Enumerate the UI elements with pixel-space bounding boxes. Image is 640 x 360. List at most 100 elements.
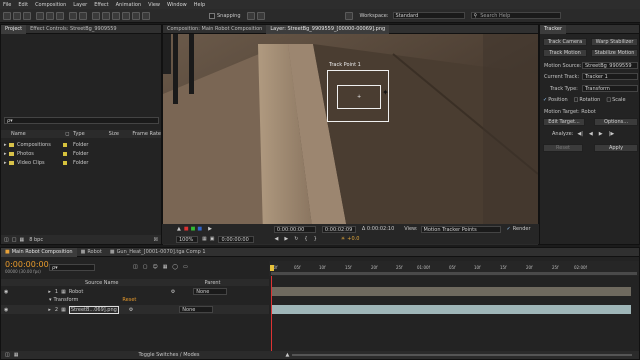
warp-stabilizer-button[interactable]: Warp Stabilizer <box>591 38 638 46</box>
in-point-field[interactable]: 0:00:00:00 <box>273 225 316 233</box>
new-comp-icon[interactable]: ▦ <box>19 237 24 243</box>
view-select[interactable]: Motion Tracker Points <box>420 225 501 233</box>
bit-depth-label[interactable]: 8 bpc <box>29 237 43 243</box>
column-type[interactable]: Type <box>73 131 109 137</box>
exposure-value[interactable]: +0.0 <box>347 236 359 242</box>
expand-arrow-icon[interactable]: ▸ <box>48 307 51 313</box>
zoom-tool-icon[interactable] <box>23 11 31 20</box>
layer-row-street[interactable]: ◉ ▸ 2 ▦ StreetB...069].png ⚙ None <box>1 305 269 314</box>
snap-grid-icon[interactable] <box>256 11 265 20</box>
menu-edit[interactable]: Edit <box>18 2 28 8</box>
hand-tool-icon[interactable] <box>13 11 21 20</box>
motion-blur-icon[interactable]: ◯ <box>172 264 178 270</box>
timeline-timecode[interactable]: 0:00:00:00 <box>5 260 49 269</box>
list-item[interactable]: ▸ Photos Folder <box>1 149 161 158</box>
exposure-icon[interactable]: ☀ <box>341 236 345 242</box>
loop-icon[interactable]: ↻ <box>294 236 298 242</box>
parent-select[interactable]: None <box>193 288 228 295</box>
selection-tool-icon[interactable] <box>3 11 11 20</box>
timeline-footer-icon[interactable]: ◫ <box>5 352 10 358</box>
trim-in-icon[interactable]: { <box>304 236 307 242</box>
stabilize-motion-button[interactable]: Stabilize Motion <box>591 49 638 57</box>
brush-tool-icon[interactable] <box>102 11 110 20</box>
frame-blend-icon[interactable]: ▦ <box>163 264 168 270</box>
comp-mini-flowchart-icon[interactable]: ◫ <box>133 264 138 270</box>
camera-icon[interactable]: ▣ <box>210 236 215 242</box>
search-help-input[interactable]: ⚲ Search Help <box>470 12 561 19</box>
tab-robot[interactable]: ■ Robot <box>77 248 106 257</box>
motion-source-select[interactable]: StreetBg_9909559 <box>582 62 638 69</box>
menu-effect[interactable]: Effect <box>94 2 108 8</box>
rotate-tool-icon[interactable] <box>36 11 44 20</box>
column-source-name[interactable]: Source Name <box>85 280 119 286</box>
tab-tracker[interactable]: Tracker <box>540 24 567 34</box>
track-type-select[interactable]: Transform <box>582 85 638 92</box>
column-parent[interactable]: Parent <box>205 280 221 286</box>
track-camera-button[interactable]: Track Camera <box>543 38 587 46</box>
timeline-footer-icon[interactable]: ▦ <box>14 352 19 358</box>
zoom-select[interactable]: 100% <box>176 235 198 243</box>
edit-target-button[interactable]: Edit Target... <box>543 118 585 126</box>
scale-checkbox[interactable]: □ <box>606 97 611 103</box>
switch-pickwhip-icon[interactable]: ⚙ <box>129 307 133 313</box>
render-checkbox[interactable]: ✓ <box>507 226 511 232</box>
prev-frame-icon[interactable]: ◀ <box>274 236 278 242</box>
preview-icon[interactable]: ▶ <box>208 226 212 232</box>
layer-name[interactable]: StreetB...069].png <box>68 305 119 314</box>
clone-tool-icon[interactable] <box>112 11 120 20</box>
text-tool-icon[interactable] <box>92 11 100 20</box>
channel-green-icon[interactable]: ■ <box>191 226 196 232</box>
eraser-tool-icon[interactable] <box>122 11 130 20</box>
grid-icon[interactable]: ▦ <box>202 236 207 242</box>
list-item[interactable]: ▸ Compositions Folder <box>1 140 161 149</box>
menu-composition[interactable]: Composition <box>35 2 66 8</box>
timeline-ruler[interactable]: 00f 05f 10f 15f 20f 25f 01:00f 05f 10f 1… <box>269 261 639 276</box>
column-name[interactable]: Name <box>11 131 65 137</box>
workspace-icon[interactable] <box>344 11 353 20</box>
tab-main-robot-composition[interactable]: ■ Main Robot Composition <box>1 247 77 257</box>
column-size[interactable]: Size <box>109 131 133 137</box>
current-track-select[interactable]: Tracker 1 <box>582 73 638 80</box>
tab-gun-heat[interactable]: ■ Gun_Heat_[0001-0070].tga Comp 1 <box>106 248 210 257</box>
menu-help[interactable]: Help <box>194 2 205 8</box>
track-point-center-icon[interactable]: + <box>357 94 361 100</box>
snapping-toggle[interactable]: Snapping <box>209 12 241 19</box>
eye-icon[interactable]: ◉ <box>4 289 8 295</box>
workspace-select[interactable]: Standard <box>392 12 465 19</box>
options-button[interactable]: Options... <box>594 118 638 126</box>
menu-file[interactable]: File <box>3 2 11 8</box>
snap-option-icon[interactable] <box>246 11 255 20</box>
layer-bar-robot[interactable] <box>271 287 631 296</box>
zoom-slider[interactable] <box>292 354 633 356</box>
menu-animation[interactable]: Animation <box>116 2 142 8</box>
zoom-out-icon[interactable]: ▲ <box>285 352 289 358</box>
analyze-backward-icon[interactable]: ◀ <box>589 131 593 137</box>
draft-3d-icon[interactable]: ▢ <box>143 264 148 270</box>
out-point-field[interactable]: 0:00:02:09 <box>321 225 356 233</box>
tab-project[interactable]: Project <box>1 24 27 34</box>
tab-composition[interactable]: Composition: Main Robot Composition <box>163 25 266 34</box>
eye-icon[interactable]: ◉ <box>4 307 8 313</box>
graph-editor-icon[interactable]: ▭ <box>183 264 188 270</box>
apply-button[interactable]: Apply <box>594 144 638 152</box>
new-folder-icon[interactable]: □ <box>12 237 17 243</box>
project-search-input[interactable]: ρ▾ <box>4 117 159 124</box>
analyze-forward-one-icon[interactable]: |▶ <box>609 131 615 137</box>
column-frame-rate[interactable]: Frame Rate <box>132 131 161 137</box>
toggle-switches-modes-button[interactable]: Toggle Switches / Modes <box>138 352 199 358</box>
current-time-indicator[interactable] <box>270 265 274 271</box>
channel-blue-icon[interactable]: ■ <box>197 226 202 232</box>
timeline-search-input[interactable]: ρ▾ <box>49 264 95 271</box>
roto-tool-icon[interactable] <box>132 11 140 20</box>
camera-tool-icon[interactable] <box>46 11 54 20</box>
snapshot-icon[interactable]: ▲ <box>177 226 181 232</box>
work-area-bar[interactable] <box>271 272 637 275</box>
layer-name[interactable]: Robot <box>69 289 131 295</box>
channel-red-icon[interactable]: ■ <box>184 226 189 232</box>
expand-arrow-icon[interactable]: ▸ <box>48 289 51 295</box>
list-item[interactable]: ▸ Video Clips Folder <box>1 158 161 167</box>
position-checkbox[interactable]: ✓ <box>543 97 547 103</box>
snapping-checkbox[interactable] <box>209 12 215 19</box>
menu-view[interactable]: View <box>148 2 160 8</box>
track-motion-button[interactable]: Track Motion <box>543 49 587 57</box>
